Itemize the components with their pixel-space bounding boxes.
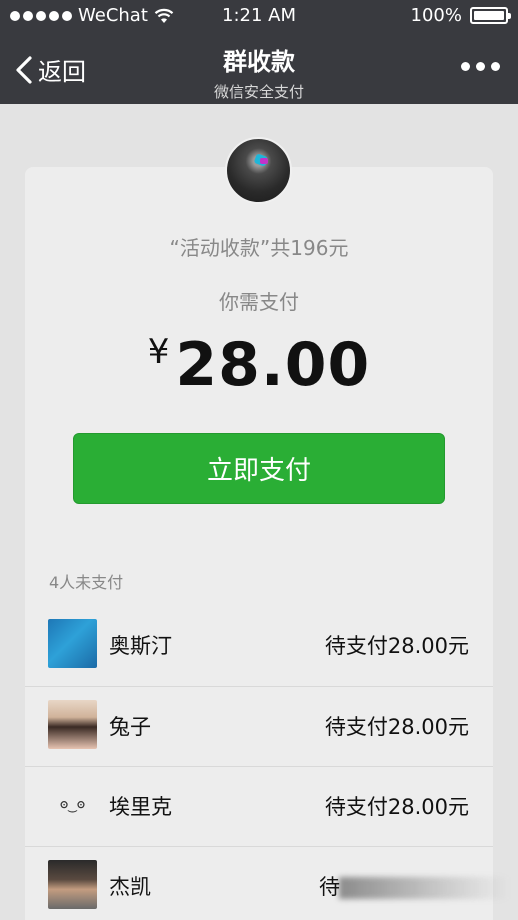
member-row[interactable]: ʘ‿ʘ 埃里克 待支付28.00元: [25, 766, 493, 846]
pay-now-button[interactable]: 立即支付: [73, 433, 445, 504]
status-bar: WeChat 1:21 AM 100%: [0, 0, 518, 32]
member-status: 待: [319, 875, 340, 899]
member-status: 待支付28.00元: [324, 715, 469, 739]
more-dot-icon: [476, 62, 485, 71]
collector-avatar[interactable]: [225, 137, 292, 204]
quote-close: ”: [259, 236, 271, 260]
status-right: 100%: [410, 5, 511, 26]
member-status: 待支付28.00元: [324, 634, 469, 658]
member-avatar: [48, 619, 97, 668]
member-avatar: ʘ‿ʘ: [48, 780, 97, 829]
nav-title-group: 群收款 微信安全支付: [0, 42, 518, 102]
battery-icon: [470, 7, 511, 24]
collection-name: 活动收款: [179, 236, 260, 260]
redaction-blur: [339, 877, 509, 899]
need-pay-label: 你需支付: [219, 290, 299, 314]
member-avatar: [48, 860, 97, 909]
member-status: 待支付28.00元: [324, 795, 469, 819]
quote-open: “: [169, 236, 180, 260]
more-options-button[interactable]: [461, 62, 500, 71]
page-subtitle: 微信安全支付: [213, 83, 304, 101]
member-avatar: [48, 700, 97, 749]
amount-display: ¥28.00: [25, 330, 493, 400]
member-name: 埃里克: [109, 795, 172, 819]
battery-percent: 100%: [410, 5, 462, 26]
amount-value: 28.00: [175, 330, 371, 400]
member-row[interactable]: 兔子 待支付28.00元: [25, 686, 493, 766]
unpaid-count-header: 4人未支付: [49, 573, 124, 592]
nav-bar: 返回 群收款 微信安全支付: [0, 32, 518, 104]
member-name: 奥斯汀: [109, 634, 172, 658]
member-name: 兔子: [109, 715, 151, 739]
page-title: 群收款: [223, 48, 295, 76]
collection-summary: “活动收款”共196元: [25, 232, 493, 261]
more-dot-icon: [491, 62, 500, 71]
currency-symbol: ¥: [147, 332, 170, 372]
collection-total: 共196元: [270, 236, 349, 260]
member-row[interactable]: 奥斯汀 待支付28.00元: [25, 606, 493, 686]
member-name: 杰凯: [109, 875, 151, 899]
more-dot-icon: [461, 62, 470, 71]
